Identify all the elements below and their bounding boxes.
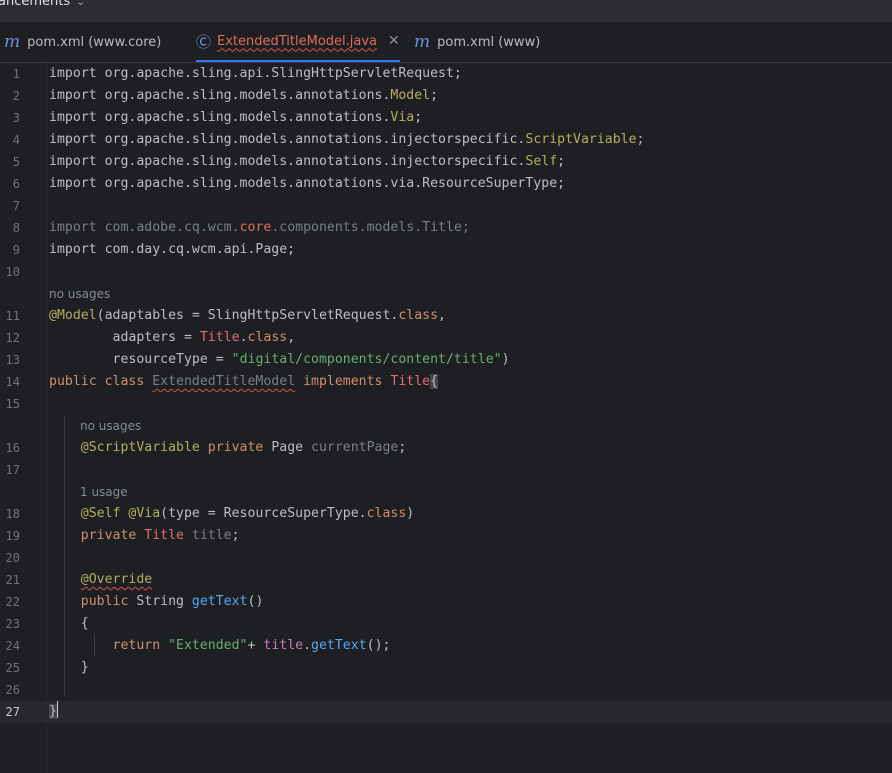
- code-line: 19 private Title title;: [0, 525, 892, 547]
- code-line: 8 import com.adobe.cq.wcm.core.component…: [0, 217, 892, 239]
- code-line: 20: [0, 547, 892, 569]
- line-number: 10: [5, 265, 20, 279]
- line-number: 19: [5, 529, 20, 543]
- line-number: 23: [5, 617, 20, 631]
- code-line: 15: [0, 393, 892, 415]
- line-number: 26: [5, 683, 20, 697]
- code-text[interactable]: {: [49, 613, 89, 635]
- code-line: 18 @Self @Via(type = ResourceSuperType.c…: [0, 503, 892, 525]
- code-line: 13 resourceType = "digital/components/co…: [0, 349, 892, 371]
- code-text[interactable]: private Title title;: [49, 525, 240, 547]
- line-number: 7: [12, 199, 20, 213]
- code-line: 23 {: [0, 613, 892, 635]
- current-code-line: 27 }: [0, 701, 892, 723]
- line-number: 17: [5, 463, 20, 477]
- line-number: 14: [5, 375, 20, 389]
- tab-label: pom.xml (www.core): [27, 34, 162, 50]
- line-number: 25: [5, 661, 20, 675]
- line-number: 20: [5, 551, 20, 565]
- code-text[interactable]: import org.apache.sling.models.annotatio…: [49, 85, 438, 107]
- chevron-down-icon[interactable]: ⌄: [76, 0, 85, 8]
- usages-hint[interactable]: no usages: [80, 419, 141, 433]
- tab-label: pom.xml (www): [437, 34, 541, 50]
- code-line: 26: [0, 679, 892, 701]
- line-number: 3: [12, 111, 20, 125]
- code-line: 17: [0, 459, 892, 481]
- code-line: 14 public class ExtendedTitleModel imple…: [0, 371, 892, 393]
- code-line: 12 adapters = Title.class,: [0, 327, 892, 349]
- line-number: 9: [12, 243, 20, 257]
- text-caret: [56, 701, 59, 718]
- line-number: 21: [5, 573, 20, 587]
- line-number: 8: [12, 221, 20, 235]
- tab-extended-title-model[interactable]: Ⓒ ExtendedTitleModel.java ✕: [196, 22, 400, 62]
- line-number: 5: [12, 155, 20, 169]
- code-line: 21 @Override: [0, 569, 892, 591]
- line-number: 27: [5, 705, 20, 719]
- code-line: 25 }: [0, 657, 892, 679]
- maven-m-icon: m: [414, 32, 431, 52]
- title-bar: ancements ⌄: [0, 0, 892, 22]
- code-line: 1 import org.apache.sling.api.SlingHttpS…: [0, 63, 892, 85]
- code-text[interactable]: @Self @Via(type = ResourceSuperType.clas…: [49, 503, 415, 525]
- editor-tabs: m pom.xml (www.core) Ⓒ ExtendedTitleMode…: [0, 22, 892, 63]
- tab-pom-www[interactable]: m pom.xml (www): [414, 22, 540, 62]
- tab-pom-www-core[interactable]: m pom.xml (www.core): [4, 22, 161, 62]
- code-line: 6 import org.apache.sling.models.annotat…: [0, 173, 892, 195]
- line-number: 15: [5, 397, 20, 411]
- code-line: 11 @Model(adaptables = SlingHttpServletR…: [0, 305, 892, 327]
- code-text[interactable]: @Model(adaptables = SlingHttpServletRequ…: [49, 305, 446, 327]
- code-line: 24 return "Extended"+ title.getText();: [0, 635, 892, 657]
- line-number: 22: [5, 595, 20, 609]
- usages-hint[interactable]: 1 usage: [80, 485, 128, 499]
- code-text[interactable]: resourceType = "digital/components/conte…: [49, 349, 510, 371]
- code-text[interactable]: public String getText(): [49, 591, 264, 613]
- line-number: 12: [5, 331, 20, 345]
- code-text[interactable]: @ScriptVariable private Page currentPage…: [49, 437, 407, 459]
- code-text[interactable]: import org.apache.sling.api.SlingHttpSer…: [49, 63, 462, 85]
- code-text[interactable]: import org.apache.sling.models.annotatio…: [49, 151, 565, 173]
- code-line: 3 import org.apache.sling.models.annotat…: [0, 107, 892, 129]
- project-label[interactable]: ancements: [0, 0, 70, 9]
- close-icon[interactable]: ✕: [388, 33, 400, 49]
- code-text[interactable]: }: [49, 657, 89, 679]
- line-number: 24: [5, 639, 20, 653]
- class-c-icon: Ⓒ: [196, 32, 212, 51]
- line-number: 6: [12, 177, 20, 191]
- code-line: 16 @ScriptVariable private Page currentP…: [0, 437, 892, 459]
- code-text[interactable]: import com.adobe.cq.wcm.core.components.…: [49, 217, 470, 239]
- code-text[interactable]: }: [49, 701, 59, 723]
- code-text[interactable]: import com.day.cq.wcm.api.Page;: [49, 239, 295, 261]
- code-line: 10: [0, 261, 892, 283]
- code-text[interactable]: import org.apache.sling.models.annotatio…: [49, 173, 565, 195]
- line-number: 16: [5, 441, 20, 455]
- code-text[interactable]: @Override: [49, 569, 152, 591]
- code-text[interactable]: import org.apache.sling.models.annotatio…: [49, 129, 644, 151]
- line-number: 2: [12, 89, 20, 103]
- tab-label: ExtendedTitleModel.java: [217, 33, 378, 49]
- code-text[interactable]: public class ExtendedTitleModel implemen…: [49, 371, 439, 393]
- line-number: 4: [12, 133, 20, 147]
- code-line: 9 import com.day.cq.wcm.api.Page;: [0, 239, 892, 261]
- line-number: 1: [12, 67, 20, 81]
- code-line: 7: [0, 195, 892, 217]
- line-number: 11: [5, 309, 20, 323]
- code-line: 4 import org.apache.sling.models.annotat…: [0, 129, 892, 151]
- code-text[interactable]: import org.apache.sling.models.annotatio…: [49, 107, 422, 129]
- code-text[interactable]: return "Extended"+ title.getText();: [49, 635, 391, 657]
- maven-m-icon: m: [4, 32, 21, 52]
- code-line: 2 import org.apache.sling.models.annotat…: [0, 85, 892, 107]
- line-number: 13: [5, 353, 20, 367]
- code-line: 22 public String getText(): [0, 591, 892, 613]
- usages-hint[interactable]: no usages: [49, 287, 110, 301]
- code-line: 5 import org.apache.sling.models.annotat…: [0, 151, 892, 173]
- line-number: 18: [5, 507, 20, 521]
- code-text[interactable]: adapters = Title.class,: [49, 327, 296, 349]
